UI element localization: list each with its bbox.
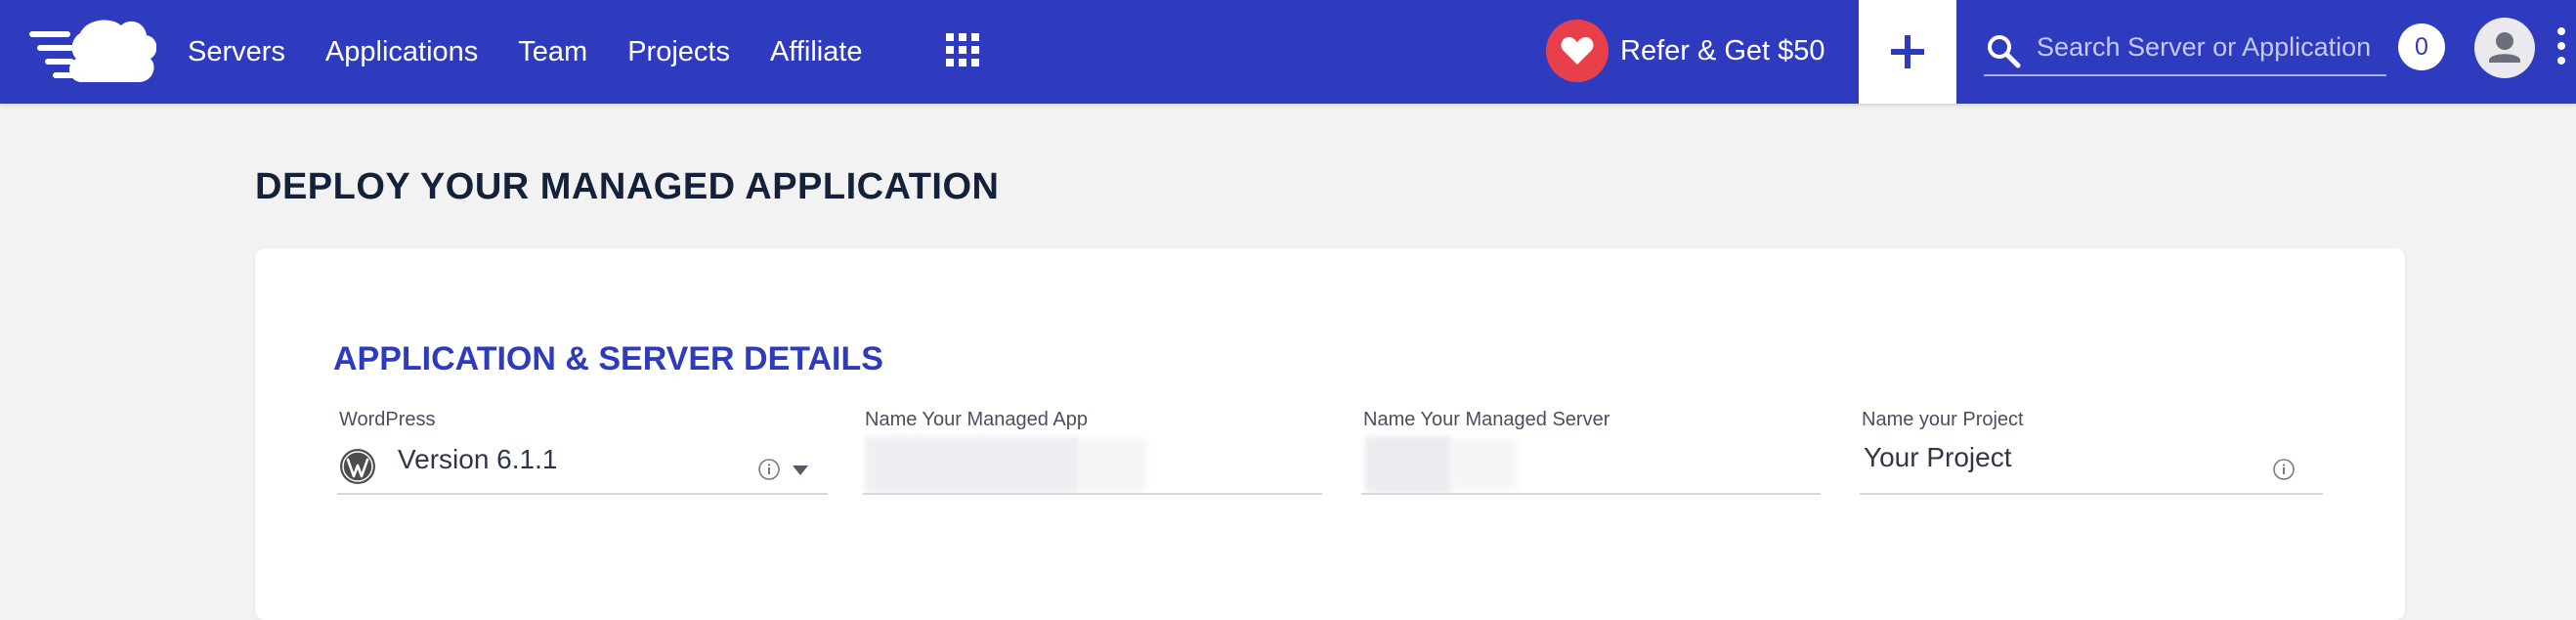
nav-projects[interactable]: Projects (627, 36, 730, 68)
user-icon (2489, 32, 2520, 63)
info-icon[interactable] (2272, 458, 2296, 481)
search-box (1984, 23, 2386, 76)
caret-down-icon[interactable] (791, 464, 810, 477)
nav-team[interactable]: Team (518, 36, 587, 68)
cloud-logo-icon[interactable] (29, 14, 156, 90)
kebab-menu-icon[interactable] (2555, 27, 2568, 70)
app-name-label: Name Your Managed App (865, 409, 1088, 430)
app-name-field[interactable]: Name Your Managed App (863, 409, 1322, 495)
user-avatar[interactable] (2474, 18, 2535, 78)
page-title: DEPLOY YOUR MANAGED APPLICATION (255, 166, 1000, 207)
application-label: WordPress (339, 409, 436, 430)
plus-icon (1891, 35, 1924, 68)
server-name-underline (1361, 493, 1821, 495)
nav-affiliate[interactable]: Affiliate (770, 36, 863, 68)
project-name-label: Name your Project (1862, 409, 2024, 430)
wordpress-icon (340, 449, 375, 484)
refer-label: Refer & Get $50 (1620, 34, 1825, 66)
apps-grid-icon[interactable] (946, 33, 979, 66)
app-name-input[interactable] (863, 434, 1322, 491)
search-input[interactable] (2037, 27, 2384, 66)
refer-button[interactable]: Refer & Get $50 (1546, 18, 1825, 84)
nav-servers[interactable]: Servers (188, 36, 285, 68)
project-name-value[interactable]: Your Project (1864, 442, 2012, 473)
heart-icon (1546, 20, 1609, 82)
application-version-select[interactable]: WordPress Version 6.1.1 (337, 409, 828, 495)
nav-applications[interactable]: Applications (325, 36, 478, 68)
project-name-field[interactable]: Name your Project Your Project (1860, 409, 2323, 495)
project-name-underline (1860, 493, 2323, 495)
notification-count-badge[interactable]: 0 (2398, 23, 2445, 70)
search-icon (1988, 35, 2021, 68)
main-nav: Servers Applications Team Projects Affil… (188, 0, 903, 104)
add-new-button[interactable] (1859, 0, 1956, 104)
application-underline (337, 493, 828, 495)
server-name-label: Name Your Managed Server (1363, 409, 1610, 430)
section-title: APPLICATION & SERVER DETAILS (333, 340, 883, 377)
info-icon[interactable] (757, 458, 781, 481)
server-name-field[interactable]: Name Your Managed Server (1361, 409, 1821, 495)
top-navigation-bar: Servers Applications Team Projects Affil… (0, 0, 2576, 104)
app-name-underline (863, 493, 1322, 495)
deploy-card: APPLICATION & SERVER DETAILS WordPress V… (255, 248, 2405, 620)
server-name-input[interactable] (1361, 434, 1821, 491)
application-version-value: Version 6.1.1 (398, 444, 558, 474)
